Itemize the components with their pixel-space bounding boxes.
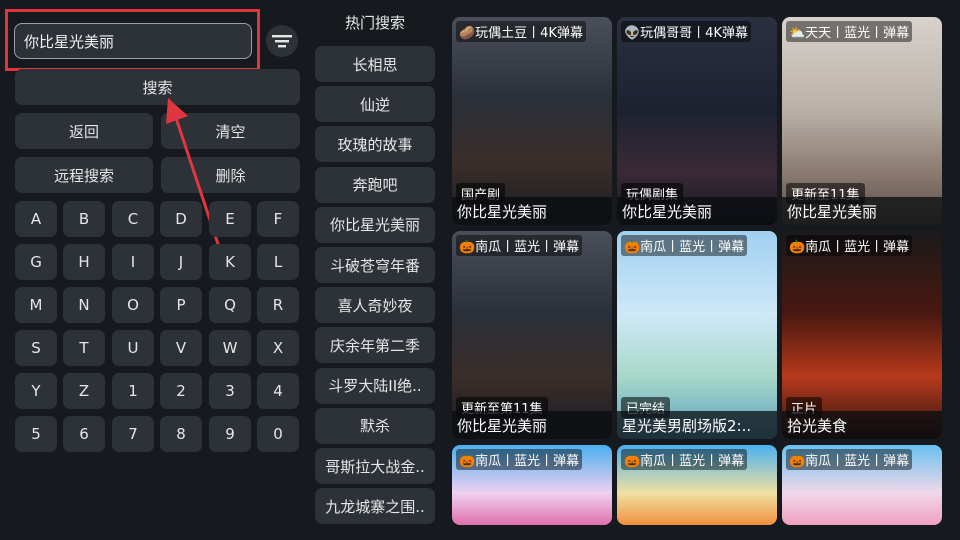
source-badge: 👽玩偶哥哥丨4K弹幕 xyxy=(621,21,751,42)
key-t[interactable]: T xyxy=(63,330,105,366)
hot-search-item[interactable]: 仙逆 xyxy=(315,86,435,123)
search-input[interactable]: 你比星光美丽 xyxy=(14,23,252,59)
key-d[interactable]: D xyxy=(160,201,202,237)
hot-search-item[interactable]: 庆余年第二季 xyxy=(315,327,435,364)
hot-search-item[interactable]: 默杀 xyxy=(315,407,435,444)
source-badge: ⛅天天丨蓝光丨弹幕 xyxy=(786,21,913,42)
key-9[interactable]: 9 xyxy=(209,416,251,452)
hot-search-item[interactable]: 你比星光美丽 xyxy=(315,206,435,243)
hot-search-item[interactable]: 奔跑吧 xyxy=(315,166,435,203)
back-button[interactable]: 返回 xyxy=(15,113,153,149)
key-v[interactable]: V xyxy=(160,330,202,366)
key-h[interactable]: H xyxy=(63,244,105,280)
hot-search-item[interactable]: 玫瑰的故事 xyxy=(315,126,435,163)
card-title: 你比星光美丽 xyxy=(452,197,612,225)
hot-search-item[interactable]: 斗破苍穹年番 xyxy=(315,247,435,283)
key-a[interactable]: A xyxy=(15,201,57,237)
key-s[interactable]: S xyxy=(15,330,57,366)
source-badge: 🎃南瓜丨蓝光丨弹幕 xyxy=(621,235,748,256)
key-c[interactable]: C xyxy=(112,201,154,237)
card-title: 拾光美食 xyxy=(782,411,942,439)
key-g[interactable]: G xyxy=(15,244,57,280)
result-card[interactable]: 🎃南瓜丨蓝光丨弹幕 已完结 星光美男剧场版2:.. xyxy=(617,231,777,439)
key-3[interactable]: 3 xyxy=(209,373,251,409)
key-o[interactable]: O xyxy=(112,287,154,323)
remote-search-button[interactable]: 远程搜索 xyxy=(15,157,153,193)
key-k[interactable]: K xyxy=(209,244,251,280)
key-l[interactable]: L xyxy=(257,244,299,280)
source-badge: 🥔玩偶土豆丨4K弹幕 xyxy=(456,21,586,42)
key-w[interactable]: W xyxy=(209,330,251,366)
key-x[interactable]: X xyxy=(257,330,299,366)
search-button[interactable]: 搜索 xyxy=(15,69,300,105)
key-4[interactable]: 4 xyxy=(257,373,299,409)
source-badge: 🎃南瓜丨蓝光丨弹幕 xyxy=(456,449,583,470)
key-m[interactable]: M xyxy=(15,287,57,323)
key-n[interactable]: N xyxy=(63,287,105,323)
card-title: 你比星光美丽 xyxy=(617,197,777,225)
key-q[interactable]: Q xyxy=(209,287,251,323)
result-card[interactable]: 👽玩偶哥哥丨4K弹幕 玩偶剧集 你比星光美丽 xyxy=(617,17,777,225)
hot-search-item[interactable]: 九龙城寨之围.. xyxy=(315,488,435,525)
result-card[interactable]: 🎃南瓜丨蓝光丨弹幕 正片 拾光美食 xyxy=(782,231,942,439)
key-i[interactable]: I xyxy=(112,244,154,280)
result-card[interactable]: ⛅天天丨蓝光丨弹幕 更新至11集 你比星光美丽 xyxy=(782,17,942,225)
hot-search-item[interactable]: 斗罗大陆II绝.. xyxy=(315,367,435,404)
key-1[interactable]: 1 xyxy=(112,373,154,409)
key-f[interactable]: F xyxy=(257,201,299,237)
hot-search-item[interactable]: 哥斯拉大战金.. xyxy=(315,448,435,484)
key-7[interactable]: 7 xyxy=(112,416,154,452)
filter-icon xyxy=(272,35,292,48)
key-0[interactable]: 0 xyxy=(257,416,299,452)
card-title: 你比星光美丽 xyxy=(782,197,942,225)
result-card[interactable]: 🎃南瓜丨蓝光丨弹幕 xyxy=(452,445,612,525)
card-title: 星光美男剧场版2:.. xyxy=(617,411,777,439)
source-badge: 🎃南瓜丨蓝光丨弹幕 xyxy=(621,449,748,470)
result-card[interactable]: 🎃南瓜丨蓝光丨弹幕 更新至第11集 你比星光美丽 xyxy=(452,231,612,439)
key-e[interactable]: E xyxy=(209,201,251,237)
filter-button[interactable] xyxy=(266,25,298,57)
result-card[interactable]: 🎃南瓜丨蓝光丨弹幕 xyxy=(782,445,942,525)
key-5[interactable]: 5 xyxy=(15,416,57,452)
hot-search-title: 热门搜索 xyxy=(344,14,405,32)
result-card[interactable]: 🎃南瓜丨蓝光丨弹幕 xyxy=(617,445,777,525)
card-title: 你比星光美丽 xyxy=(452,411,612,439)
key-6[interactable]: 6 xyxy=(63,416,105,452)
key-p[interactable]: P xyxy=(160,287,202,323)
key-r[interactable]: R xyxy=(257,287,299,323)
source-badge: 🎃南瓜丨蓝光丨弹幕 xyxy=(456,235,583,256)
source-badge: 🎃南瓜丨蓝光丨弹幕 xyxy=(786,449,913,470)
key-u[interactable]: U xyxy=(112,330,154,366)
key-b[interactable]: B xyxy=(63,201,105,237)
source-badge: 🎃南瓜丨蓝光丨弹幕 xyxy=(786,235,913,256)
key-2[interactable]: 2 xyxy=(160,373,202,409)
hot-search-item[interactable]: 长相思 xyxy=(315,46,435,82)
hot-search-item[interactable]: 喜人奇妙夜 xyxy=(315,287,435,324)
key-z[interactable]: Z xyxy=(63,373,105,409)
key-8[interactable]: 8 xyxy=(160,416,202,452)
result-card[interactable]: 🥔玩偶土豆丨4K弹幕 国产剧 你比星光美丽 xyxy=(452,17,612,225)
key-y[interactable]: Y xyxy=(15,373,57,409)
key-j[interactable]: J xyxy=(160,244,202,280)
